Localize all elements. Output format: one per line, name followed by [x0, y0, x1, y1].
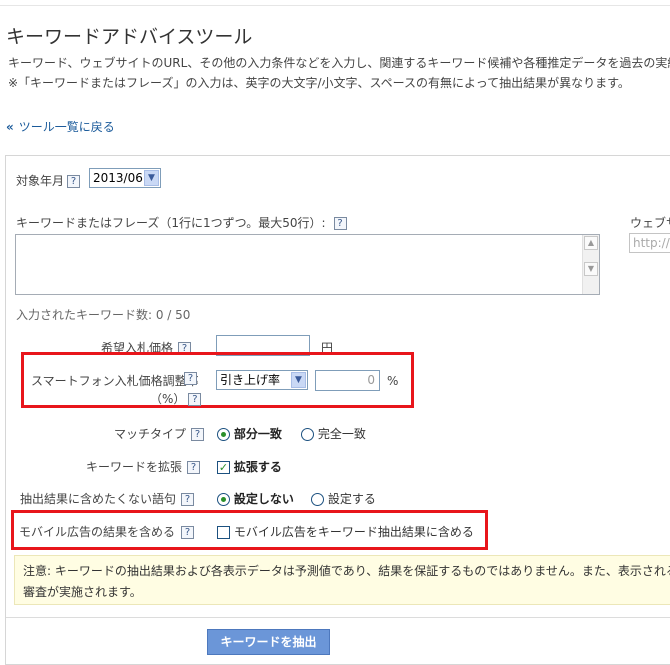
back-to-tools-link[interactable]: « ツール一覧に戻る	[6, 118, 115, 135]
exclude-none-option[interactable]: 設定しない	[217, 490, 294, 507]
match-broad-label: 部分一致	[233, 427, 282, 441]
exclude-set-label: 設定する	[327, 492, 376, 506]
notice-line-2: 審査が実施されます。	[23, 585, 142, 599]
mobile-option-label: モバイル広告をキーワード抽出結果に含める	[233, 525, 474, 539]
website-label: ウェブサ	[630, 216, 670, 230]
month-label: 対象年月?	[16, 172, 81, 189]
page-note: ※「キーワードまたはフレーズ」の入力は、英字の大文字/小文字、スペースの有無によ…	[8, 76, 630, 90]
expand-option-label: 拡張する	[233, 460, 282, 474]
extract-keywords-button[interactable]: キーワードを抽出	[207, 629, 330, 655]
top-nav-strip	[0, 0, 670, 6]
notice-line-1: 注意: キーワードの抽出結果および各表示データは予測値であり、結果を保証するもの…	[23, 564, 670, 578]
chevron-down-icon: ▼	[144, 170, 159, 186]
month-label-text: 対象年月	[16, 174, 65, 188]
smartphone-percent-text: （%）	[150, 392, 186, 406]
adjust-rate-unit: %	[387, 374, 399, 388]
checkbox-checked-icon[interactable]: ✓	[217, 461, 230, 474]
scroll-up-icon[interactable]: ▲	[584, 236, 598, 250]
radio-selected-icon[interactable]	[217, 493, 230, 506]
page-title: キーワードアドバイスツール	[6, 26, 253, 48]
adjust-type-select[interactable]: 引き上げ率 ▼	[216, 370, 308, 390]
adjust-type-value: 引き上げ率	[220, 373, 281, 387]
chevron-down-icon: ▼	[291, 372, 306, 388]
smartphone-adjust-unit-label: （%）?	[150, 390, 202, 407]
keywords-label: キーワードまたはフレーズ（1行に1つずつ。最大50行）:?	[16, 214, 347, 231]
help-icon[interactable]: ?	[181, 526, 195, 539]
checkbox-icon[interactable]	[217, 526, 230, 539]
exclude-none-label: 設定しない	[233, 492, 294, 506]
divider	[6, 617, 670, 618]
match-type-label: マッチタイプ?	[114, 425, 205, 442]
textarea-scrollbar[interactable]: ▲ ▼	[582, 235, 599, 294]
exclude-label-text: 抽出結果に含めたくない語句	[20, 492, 177, 506]
mobile-label: モバイル広告の結果を含める?	[19, 523, 195, 540]
mobile-option[interactable]: モバイル広告をキーワード抽出結果に含める	[217, 523, 474, 540]
radio-icon[interactable]	[301, 428, 314, 441]
expand-label: キーワードを拡張?	[86, 458, 201, 475]
radio-selected-icon[interactable]	[217, 428, 230, 441]
help-icon[interactable]: ?	[333, 217, 347, 230]
radio-icon[interactable]	[311, 493, 324, 506]
month-select-value: 2013/06	[93, 171, 143, 185]
smartphone-adjust-label: スマートフォン入札価格調整率	[31, 374, 199, 388]
month-select[interactable]: 2013/06 ▼	[89, 168, 161, 188]
help-icon[interactable]: ?	[188, 393, 202, 406]
help-icon[interactable]: ?	[184, 372, 197, 385]
help-icon[interactable]: ?	[191, 428, 205, 441]
expand-option[interactable]: ✓ 拡張する	[217, 458, 282, 475]
website-url-input[interactable]: http://	[629, 233, 670, 253]
double-chevron-left-icon: «	[6, 120, 14, 134]
exclude-set-option[interactable]: 設定する	[311, 490, 376, 507]
match-exact-label: 完全一致	[317, 427, 366, 441]
help-icon[interactable]: ?	[181, 493, 195, 506]
help-icon[interactable]: ?	[187, 461, 201, 474]
match-exact-option[interactable]: 完全一致	[301, 425, 366, 442]
mobile-label-text: モバイル広告の結果を含める	[19, 525, 176, 539]
exclude-label: 抽出結果に含めたくない語句?	[20, 490, 195, 507]
help-icon[interactable]: ?	[67, 175, 81, 188]
scroll-down-icon[interactable]: ▼	[584, 262, 598, 276]
keyword-count: 入力されたキーワード数: 0 / 50	[16, 308, 191, 322]
adjust-rate-input[interactable]: 0	[315, 370, 380, 391]
notice-box: 注意: キーワードの抽出結果および各表示データは予測値であり、結果を保証するもの…	[14, 555, 670, 605]
page-description: キーワード、ウェブサイトのURL、その他の入力条件などを入力し、関連するキーワー…	[8, 56, 670, 70]
back-link-label: ツール一覧に戻る	[18, 120, 115, 134]
match-broad-option[interactable]: 部分一致	[217, 425, 282, 442]
keywords-label-text: キーワードまたはフレーズ（1行に1つずつ。最大50行）:	[16, 216, 326, 230]
expand-label-text: キーワードを拡張	[86, 460, 183, 474]
match-type-label-text: マッチタイプ	[114, 427, 187, 441]
keywords-textarea[interactable]: ▲ ▼	[15, 234, 600, 295]
